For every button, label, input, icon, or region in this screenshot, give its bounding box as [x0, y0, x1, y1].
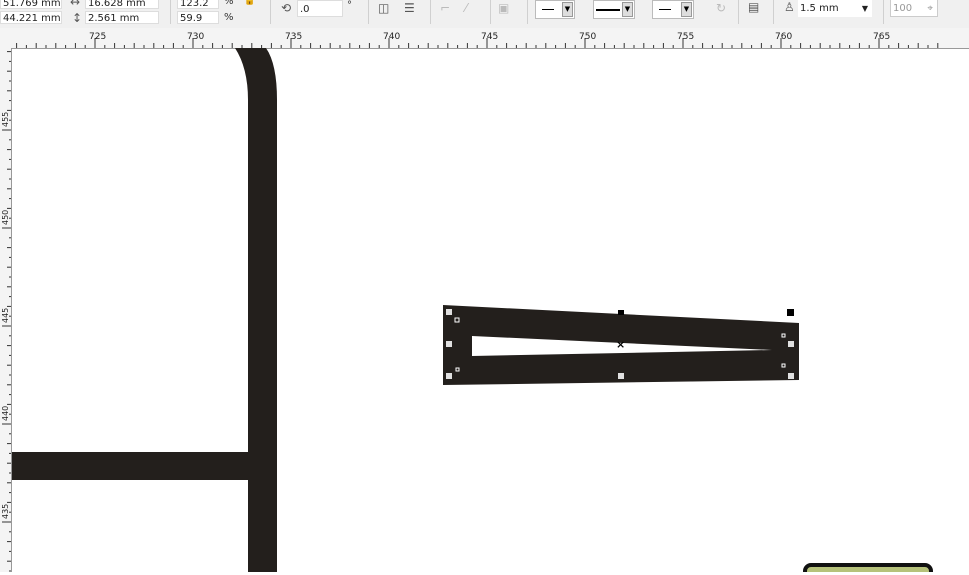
height-icon: ↕ [72, 11, 83, 25]
horizontal-ruler[interactable]: 725 730 735 740 745 750 755 760 765 [0, 28, 969, 49]
ruler-label: 725 [89, 32, 106, 42]
percent-label: % [224, 12, 234, 23]
width-field[interactable]: 16.628 mm [85, 0, 159, 9]
outline-width-dropdown[interactable]: 1.5 mm ▼ [798, 0, 872, 17]
partial-object[interactable] [803, 563, 933, 572]
wrap-icon[interactable]: ↻ [716, 1, 726, 15]
opacity-field[interactable]: 100 ⌖ [890, 0, 938, 17]
ruler-label: 440 [1, 406, 10, 421]
y-position-field[interactable]: 44.221 mm [0, 11, 62, 24]
rotate-icon: ⟲ [281, 1, 292, 15]
ruler-label: 435 [1, 504, 10, 519]
rotation-field[interactable]: .0 [297, 0, 343, 17]
horizontal-bar-shape[interactable] [12, 452, 248, 480]
property-bar: 51.769 mm 44.221 mm ↔ ↕ 16.628 mm 2.561 … [0, 0, 969, 29]
ruler-label: 755 [677, 32, 694, 42]
ruler-label: 740 [383, 32, 400, 42]
ruler-label: 450 [1, 210, 10, 225]
opacity-value: 100 [893, 3, 913, 14]
mirror-vertical-icon[interactable]: ☰ [404, 1, 415, 15]
ruler-label: 745 [481, 32, 498, 42]
line-icon[interactable]: ⁄ [465, 1, 467, 15]
height-field[interactable]: 2.561 mm [85, 11, 159, 24]
scale-x-field[interactable]: 123.2 [177, 0, 219, 9]
line-style-dropdown[interactable]: ▼ [593, 0, 635, 19]
outline-pen-icon: ♙ [784, 0, 795, 14]
outline-width-value: 1.5 mm [800, 3, 839, 14]
ruler-label: 730 [187, 32, 204, 42]
lock-ratio-icon[interactable]: 🔒 [244, 0, 255, 6]
convert-icon[interactable]: ▤ [748, 0, 759, 14]
width-icon: ↔ [70, 0, 81, 9]
copy-properties-icon[interactable]: ▣ [498, 1, 509, 15]
ruler-label: 455 [1, 112, 10, 127]
center-marker-icon[interactable]: × [616, 338, 625, 351]
ruler-label: 765 [873, 32, 890, 42]
percent-label: % [224, 0, 234, 7]
ruler-label: 445 [1, 308, 10, 323]
start-arrow-dropdown[interactable]: ▼ [535, 0, 575, 19]
drawing-canvas[interactable]: × [12, 48, 969, 572]
ruler-label: 735 [285, 32, 302, 42]
vertical-bar-shape[interactable] [235, 48, 277, 572]
vertical-ruler[interactable]: 455 450 445 440 435 [0, 48, 12, 572]
chevron-down-icon[interactable]: ▼ [862, 0, 868, 17]
ruler-label: 760 [775, 32, 792, 42]
mirror-horizontal-icon[interactable]: ◫ [378, 1, 389, 15]
ruler-label: 750 [579, 32, 596, 42]
x-position-field[interactable]: 51.769 mm [0, 0, 62, 9]
node-icon[interactable]: ⌐ [440, 1, 450, 15]
more-icon: ⌖ [927, 3, 933, 14]
scale-y-field[interactable]: 59.9 [177, 11, 219, 24]
degree-label: ° [347, 0, 352, 11]
end-arrow-dropdown[interactable]: ▼ [652, 0, 694, 19]
